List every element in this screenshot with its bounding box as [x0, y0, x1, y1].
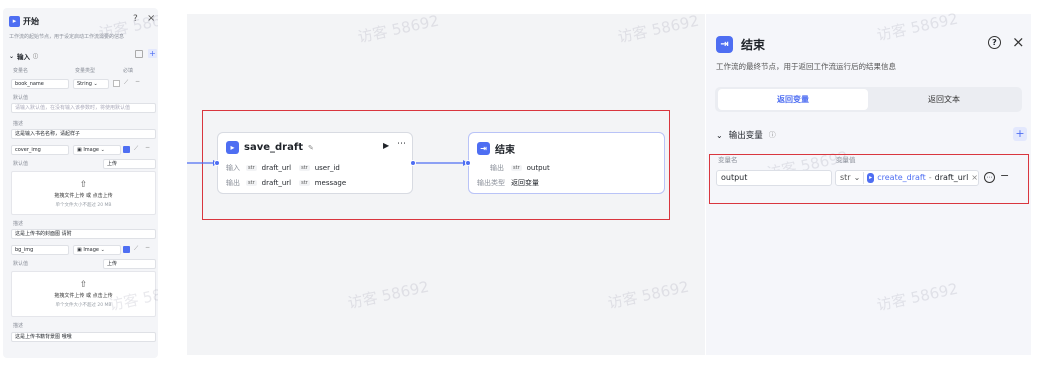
save-draft-node[interactable]: ▸ save_draft ✎ ▶ ⋯ 输入 str draft_url str us…: [217, 132, 413, 194]
plugin-icon: ▸: [867, 173, 875, 183]
start-icon: ▸: [9, 16, 20, 27]
default-label: 默认值: [13, 95, 29, 101]
help-icon[interactable]: ?: [133, 14, 138, 24]
output-port[interactable]: [410, 160, 416, 166]
end-node[interactable]: ⇥ 结束 输出 str output 输出类型 返回变量: [468, 132, 665, 194]
plugin-icon: ▸: [226, 141, 239, 154]
end-node-panel: 访客 58692 访客 58692 访客 58692 ⇥ 结束 ? × 工作流的…: [706, 10, 1031, 355]
workflow-canvas[interactable]: 访客 58692 访客 58692 访客 58692 访客 58692 ▸ sa…: [187, 12, 705, 355]
required-checkbox[interactable]: [113, 80, 120, 87]
default-upload-select[interactable]: 上传: [103, 259, 156, 269]
chevron-down-icon: ⌄: [716, 130, 723, 140]
watermark: 访客 58692: [875, 279, 960, 315]
start-node-panel: ▸ 开始 ? × 工作流的起始节点，用于设定启动工作流需要的信息 ⌄ 输入 ⓘ …: [3, 8, 158, 358]
var-name-input[interactable]: cover_img: [11, 145, 69, 155]
desc-label: 描述: [13, 121, 24, 127]
close-icon[interactable]: ×: [147, 13, 155, 24]
upload-area[interactable]: ⇧ 拖拽文件上传 或 点击上传 单个文件大小不超过 20 MB: [11, 271, 156, 317]
end-icon: ⇥: [716, 36, 733, 53]
panel-title: ⇥ 结束: [716, 36, 765, 53]
watermark: 访客 58692: [875, 9, 960, 45]
add-icon[interactable]: +: [148, 49, 157, 58]
output-type-row: 输出类型 返回变量: [477, 179, 539, 187]
var-name-input[interactable]: bg_img: [11, 245, 69, 255]
var-type-select[interactable]: ▣ Image ⌄: [73, 145, 121, 155]
input-row: 输入 str draft_url str user_id: [226, 164, 340, 172]
input-port[interactable]: [214, 160, 220, 166]
input-section-header[interactable]: ⌄ 输入 ⓘ: [9, 51, 39, 62]
var-value-reference[interactable]: str ⌄ ▸ create_draft - draft_url ×: [835, 170, 979, 186]
type-select[interactable]: str: [840, 171, 851, 185]
settings-icon[interactable]: ⟋: [134, 145, 138, 153]
add-icon[interactable]: +: [1013, 127, 1027, 141]
desc-label: 描述: [13, 221, 24, 227]
settings-icon[interactable]: ⟋: [134, 245, 138, 253]
panel-description: 工作流的最终节点，用于返回工作流运行后的结果信息: [716, 62, 896, 71]
required-checkbox[interactable]: [123, 146, 130, 153]
col-header-required: 必填: [123, 68, 134, 74]
col-header-type: 变量类型: [75, 68, 96, 74]
col-header-value: 变量值: [836, 156, 856, 164]
return-mode-tabs: 返回变量 返回文本: [715, 87, 1022, 112]
node-title: 结束: [495, 145, 515, 156]
col-header-name: 变量名: [718, 156, 738, 164]
chevron-down-icon: ⌄: [853, 173, 861, 182]
tab-return-variable[interactable]: 返回变量: [718, 89, 868, 110]
var-type-select[interactable]: ▣ Image ⌄: [73, 245, 121, 255]
var-type-select[interactable]: String ⌄: [73, 79, 109, 89]
info-icon: ⓘ: [33, 53, 39, 60]
help-icon[interactable]: ?: [988, 36, 1001, 49]
reference-icon[interactable]: ⋯: [984, 172, 995, 183]
settings-icon[interactable]: ⟋: [124, 79, 128, 87]
default-value-input[interactable]: 请输入默认值，在没有输入该参数时，将使用默认值: [11, 103, 156, 113]
remove-icon[interactable]: −: [1000, 169, 1009, 182]
desc-label: 描述: [13, 323, 24, 329]
remove-icon[interactable]: −: [135, 78, 140, 85]
output-section-header[interactable]: ⌄ 输出变量 ⓘ: [716, 129, 776, 142]
chevron-down-icon: ⌄: [9, 52, 15, 60]
output-row: 输出 str draft_url str message: [226, 179, 347, 187]
desc-input[interactable]: 这是上传书籍背景图 哦哦: [11, 332, 156, 342]
var-name-input[interactable]: book_name: [11, 79, 69, 89]
default-upload-select[interactable]: 上传: [103, 159, 156, 169]
remove-icon[interactable]: −: [145, 144, 150, 151]
remove-icon[interactable]: −: [145, 244, 150, 251]
required-checkbox[interactable]: [123, 246, 130, 253]
more-icon[interactable]: ⋯: [397, 139, 406, 149]
default-label: 默认值: [13, 261, 29, 267]
run-icon[interactable]: ▶: [383, 141, 389, 150]
var-name-input[interactable]: output: [716, 170, 832, 186]
panel-title: ▸ 开始: [9, 16, 39, 27]
info-icon: ⓘ: [768, 131, 776, 139]
clear-icon[interactable]: ×: [971, 171, 978, 185]
node-title: save_draft: [244, 142, 303, 153]
edit-icon[interactable]: ✎: [308, 144, 314, 152]
output-row: 输出 str output: [490, 164, 550, 172]
close-icon[interactable]: ×: [1012, 33, 1025, 51]
tab-return-text[interactable]: 返回文本: [869, 89, 1019, 110]
default-label: 默认值: [13, 161, 29, 167]
upload-icon: ⇧: [79, 280, 88, 290]
end-icon: ⇥: [477, 142, 490, 155]
upload-area[interactable]: ⇧ 拖拽文件上传 或 点击上传 单个文件大小不超过 20 MB: [11, 171, 156, 215]
batch-icon[interactable]: [135, 50, 143, 58]
desc-input[interactable]: 这是上传书的封面图 请附: [11, 229, 156, 239]
col-header-name: 变量名: [13, 68, 29, 74]
panel-subtitle: 工作流的起始节点，用于设定启动工作流需要的信息: [9, 34, 125, 40]
desc-input[interactable]: 这是输入书名名称，请起样子: [11, 129, 156, 139]
upload-icon: ⇧: [79, 180, 88, 190]
input-port[interactable]: [465, 160, 471, 166]
